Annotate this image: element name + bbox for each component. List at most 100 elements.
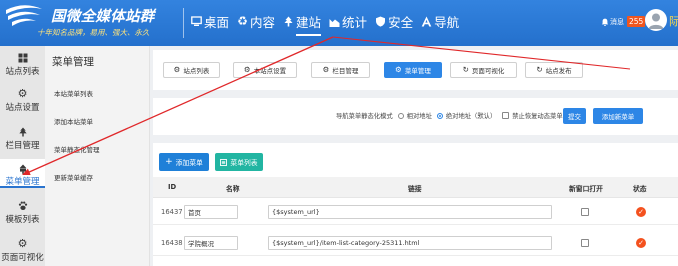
sidebar-item-label: 页面可视化 [1, 253, 44, 263]
top-nav: 桌面 ♻ 内容 建站 统计 安全 导航 [191, 11, 459, 36]
sidebar-item-label: 站点列表 [5, 67, 40, 77]
column-header-status: 状态 [633, 185, 647, 193]
refresh-icon: ↻ [536, 65, 543, 75]
recycle-icon: ♻ [237, 14, 248, 28]
tree-icon [0, 126, 45, 137]
menu-table-card: + 添加菜单 菜单列表 ID 名称 链接 新窗口打开 状态 16437 ✓ 16… [153, 143, 678, 266]
sidebar-item-template-list[interactable]: 模板列表 [0, 196, 45, 234]
bell-icon [601, 18, 609, 26]
gear-icon: ⚙ [322, 65, 330, 75]
button-label: 菜单列表 [230, 159, 258, 167]
menu-management-button[interactable]: ⚙ 菜单管理 [384, 62, 442, 78]
menu-name-input[interactable] [184, 236, 238, 250]
messages-button[interactable]: 消息 255 [601, 16, 646, 27]
refresh-icon: ↻ [462, 65, 469, 75]
sidebar-item-menu-management[interactable]: 菜单管理 [0, 159, 45, 188]
static-mode-card: 导航菜单静态化模式 相对地址 绝对地址（默认） 禁止恢复动态菜单 提交 添加新菜… [153, 98, 678, 135]
top-header: 国微全媒体站群 十年知名品牌，易用、强大、永久 桌面 ♻ 内容 建站 统计 安全… [0, 0, 678, 46]
menu-link-input[interactable] [268, 236, 552, 250]
status-check-icon[interactable]: ✓ [636, 238, 646, 248]
logo-title[interactable]: 国微全媒体站群 [51, 5, 155, 26]
nav-item-security[interactable]: 安全 [375, 11, 413, 31]
nav-item-desktop[interactable]: 桌面 [191, 11, 229, 31]
menu-link-input[interactable] [268, 205, 552, 219]
site-settings-button[interactable]: ⚙ 本站点设置 [233, 62, 297, 78]
button-label: 站点发布 [545, 67, 572, 75]
radio-relative-label[interactable]: 相对地址 [407, 111, 432, 120]
row-id: 16437 [161, 208, 183, 216]
sidebar-item-label: 菜单管理 [5, 177, 40, 187]
button-label: 菜单管理 [404, 67, 431, 75]
header-divider [183, 8, 184, 38]
new-window-checkbox[interactable] [581, 239, 589, 247]
new-window-checkbox[interactable] [581, 208, 589, 216]
nav-item-navigation[interactable]: 导航 [421, 11, 459, 31]
sidebar-item-label: 站点设置 [5, 103, 40, 113]
radio-relative[interactable] [397, 112, 404, 119]
table-header: ID 名称 链接 新窗口打开 状态 [153, 177, 678, 198]
nav-label: 桌面 [204, 14, 230, 30]
gear-icon: ⚙ [17, 87, 28, 100]
sidebar-item-page-visual[interactable]: ⚙ 页面可视化 [0, 234, 45, 266]
avatar[interactable] [645, 9, 667, 31]
subnav-item-menu-list[interactable]: 本站菜单列表 [54, 88, 93, 98]
status-check-icon[interactable]: ✓ [636, 207, 646, 217]
navigation-icon [421, 16, 432, 27]
subnav-item-add-menu[interactable]: 添加本站菜单 [54, 116, 93, 126]
static-mode-form: 导航菜单静态化模式 相对地址 绝对地址（默认） 禁止恢复动态菜单 [336, 111, 563, 120]
disable-restore-checkbox[interactable] [502, 112, 510, 119]
subnav-item-update-cache[interactable]: 更新菜单缓存 [54, 172, 93, 182]
sidebar-item-site-list[interactable]: 站点列表 [0, 48, 45, 84]
nav-label: 建站 [296, 14, 322, 30]
row-id: 16438 [161, 239, 183, 247]
toolbar-card: ⚙ 站点列表 ⚙ 本站点设置 ⚙ 栏目管理 ⚙ 菜单管理 ↻ 页面可视化 ↻ 站… [153, 50, 678, 90]
table-row: 16438 ✓ [153, 231, 678, 256]
button-label: 本站点设置 [253, 67, 287, 75]
sidebar-item-label: 模板列表 [5, 215, 40, 225]
user-name[interactable]: 际 [669, 13, 678, 29]
tree-icon [283, 16, 294, 27]
button-label: 添加菜单 [175, 159, 203, 167]
logo-subtitle: 十年知名品牌，易用、强大、永久 [37, 28, 150, 37]
nav-active-underline [296, 34, 322, 36]
nav-item-site-build[interactable]: 建站 [283, 11, 322, 36]
sitemap-icon [0, 163, 45, 174]
table-row: 16437 ✓ [153, 200, 678, 225]
logo-icon[interactable] [4, 3, 44, 29]
radio-absolute-label[interactable]: 绝对地址（默认） [446, 111, 496, 120]
nav-item-statistics[interactable]: 统计 [329, 11, 367, 31]
subnav-item-static-management[interactable]: 菜单静态化管理 [54, 144, 100, 154]
nav-item-content[interactable]: ♻ 内容 [237, 11, 275, 31]
messages-count-badge: 255 [627, 16, 646, 27]
shield-icon [375, 16, 386, 27]
list-icon [220, 158, 228, 166]
sidebar-item-site-settings[interactable]: ⚙ 站点设置 [0, 84, 45, 122]
page-visual-button[interactable]: ↻ 页面可视化 [450, 62, 517, 78]
menu-list-button[interactable]: 菜单列表 [215, 153, 263, 171]
column-header-new-window: 新窗口打开 [569, 185, 603, 193]
user-icon [648, 13, 664, 29]
disable-restore-label[interactable]: 禁止恢复动态菜单 [512, 111, 562, 120]
settings-icon: ⚙ [17, 237, 28, 250]
subnav-title: 菜单管理 [52, 56, 94, 68]
add-menu-button[interactable]: + 添加菜单 [159, 153, 209, 171]
sidebar-item-label: 栏目管理 [5, 141, 40, 151]
sidebar-item-column-management[interactable]: 栏目管理 [0, 122, 45, 159]
column-management-button[interactable]: ⚙ 栏目管理 [311, 62, 370, 78]
site-publish-button[interactable]: ↻ 站点发布 [525, 62, 583, 78]
monitor-icon [191, 15, 202, 27]
site-list-button[interactable]: ⚙ 站点列表 [163, 62, 220, 78]
nav-label: 内容 [250, 14, 276, 30]
subnav: 菜单管理 本站菜单列表 添加本站菜单 菜单静态化管理 更新菜单缓存 [45, 46, 150, 266]
paw-icon [0, 200, 45, 211]
nav-label: 安全 [388, 14, 414, 30]
add-new-menu-button[interactable]: 添加新菜单 [593, 108, 643, 124]
messages-label: 消息 [610, 17, 624, 26]
static-mode-label: 导航菜单静态化模式 [336, 113, 393, 120]
nav-label: 统计 [342, 14, 368, 30]
radio-absolute[interactable] [436, 112, 443, 119]
submit-button[interactable]: 提交 [563, 108, 586, 124]
menu-name-input[interactable] [184, 205, 238, 219]
column-header-name: 名称 [226, 185, 240, 193]
area-chart-icon [329, 16, 340, 27]
